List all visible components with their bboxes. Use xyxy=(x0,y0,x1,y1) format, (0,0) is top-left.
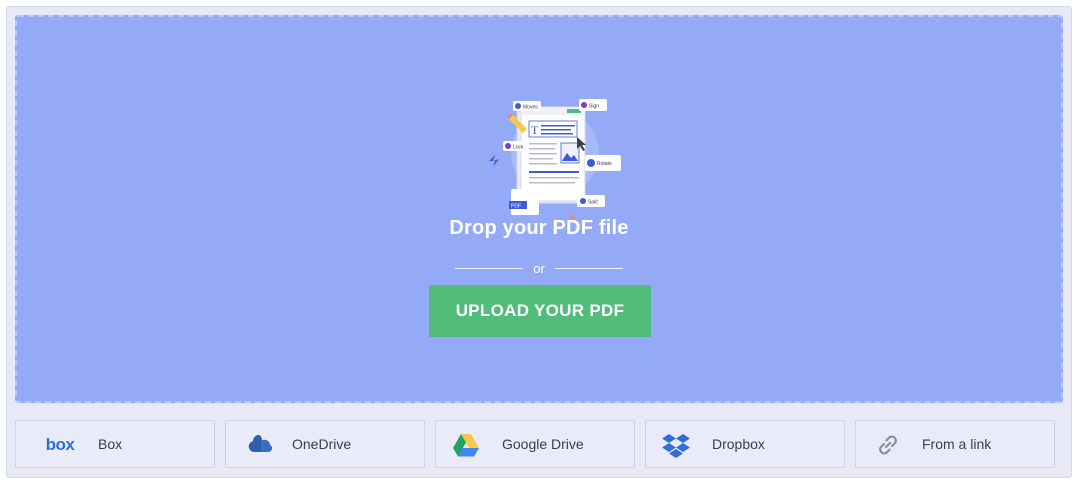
box-logo-icon: box xyxy=(40,431,80,459)
svg-text:Lock: Lock xyxy=(513,145,524,151)
svg-text:T: T xyxy=(531,123,539,137)
svg-text:PDF: PDF xyxy=(511,204,521,210)
source-google-drive-button[interactable]: Google Drive xyxy=(435,420,635,468)
source-onedrive-button[interactable]: OneDrive xyxy=(225,420,425,468)
google-drive-icon xyxy=(446,431,486,459)
source-google-drive-label: Google Drive xyxy=(502,436,584,452)
source-link-button[interactable]: From a link xyxy=(855,420,1055,468)
pdf-editor-illustration-icon: T Moves Sign Lock Rotate Split PDF xyxy=(489,99,621,223)
pdf-drop-zone[interactable]: T Moves Sign Lock Rotate Split PDF Drop … xyxy=(15,15,1063,403)
or-divider: or xyxy=(17,259,1061,277)
dropbox-icon xyxy=(656,431,696,459)
source-onedrive-label: OneDrive xyxy=(292,436,352,452)
link-icon xyxy=(868,431,908,459)
svg-text:Rotate: Rotate xyxy=(597,161,612,167)
upload-panel: T Moves Sign Lock Rotate Split PDF Drop … xyxy=(6,6,1072,478)
onedrive-icon xyxy=(240,431,280,459)
or-text: or xyxy=(533,260,545,276)
svg-text:Moves: Moves xyxy=(523,105,538,111)
divider-line-left xyxy=(455,267,524,269)
source-dropbox-button[interactable]: Dropbox xyxy=(645,420,845,468)
source-link-label: From a link xyxy=(922,436,992,452)
cloud-source-list: box Box OneDrive Google Drive Dropbox Fr… xyxy=(15,420,1055,469)
box-logo-text: box xyxy=(45,435,75,454)
svg-text:Split: Split xyxy=(588,200,598,206)
source-box-button[interactable]: box Box xyxy=(15,420,215,468)
source-dropbox-label: Dropbox xyxy=(712,436,765,452)
svg-text:Sign: Sign xyxy=(589,104,599,110)
drop-zone-title: Drop your PDF file xyxy=(449,217,629,239)
divider-line-right xyxy=(554,267,623,269)
source-box-label: Box xyxy=(98,436,123,452)
upload-pdf-button[interactable]: UPLOAD YOUR PDF xyxy=(429,285,651,337)
